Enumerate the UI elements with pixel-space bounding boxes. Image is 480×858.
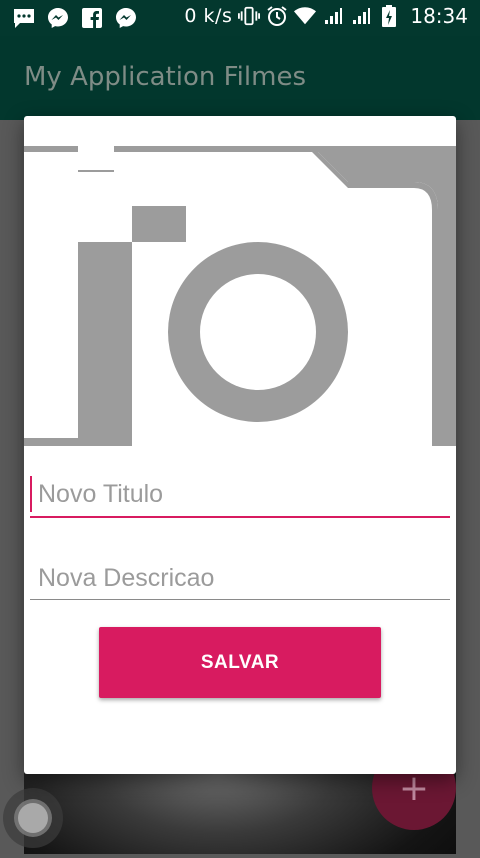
title-input[interactable]	[30, 474, 450, 514]
title-field[interactable]	[30, 474, 450, 518]
network-speed: 0 k/s	[184, 5, 233, 27]
description-underline	[30, 599, 450, 600]
alarm-icon	[266, 4, 288, 28]
description-input[interactable]	[30, 558, 450, 598]
movie-image-picker[interactable]	[24, 146, 456, 446]
wifi-icon	[294, 4, 317, 28]
text-cursor	[30, 476, 32, 512]
system-status: 0 k/s 18:34	[184, 4, 468, 28]
chat-bubble-icon	[12, 6, 36, 30]
app-bar: My Application Filmes	[0, 36, 480, 120]
vibrate-icon	[238, 4, 261, 28]
battery-charging-icon	[378, 4, 400, 28]
description-field[interactable]	[30, 558, 450, 600]
title-underline	[30, 516, 450, 518]
save-button[interactable]: SALVAR	[99, 627, 381, 698]
app-title: My Application Filmes	[24, 62, 307, 92]
new-movie-dialog: SALVAR	[24, 116, 456, 774]
messenger-icon	[46, 6, 70, 30]
clock: 18:34	[410, 4, 468, 28]
signal-icon	[350, 4, 372, 28]
signal-icon	[322, 4, 344, 28]
notification-icons	[12, 6, 138, 30]
facebook-icon	[80, 6, 104, 30]
messenger-icon	[114, 6, 138, 30]
camera-icon	[24, 146, 456, 446]
status-bar: 0 k/s 18:34	[0, 0, 480, 36]
home-button-icon[interactable]	[0, 780, 66, 854]
